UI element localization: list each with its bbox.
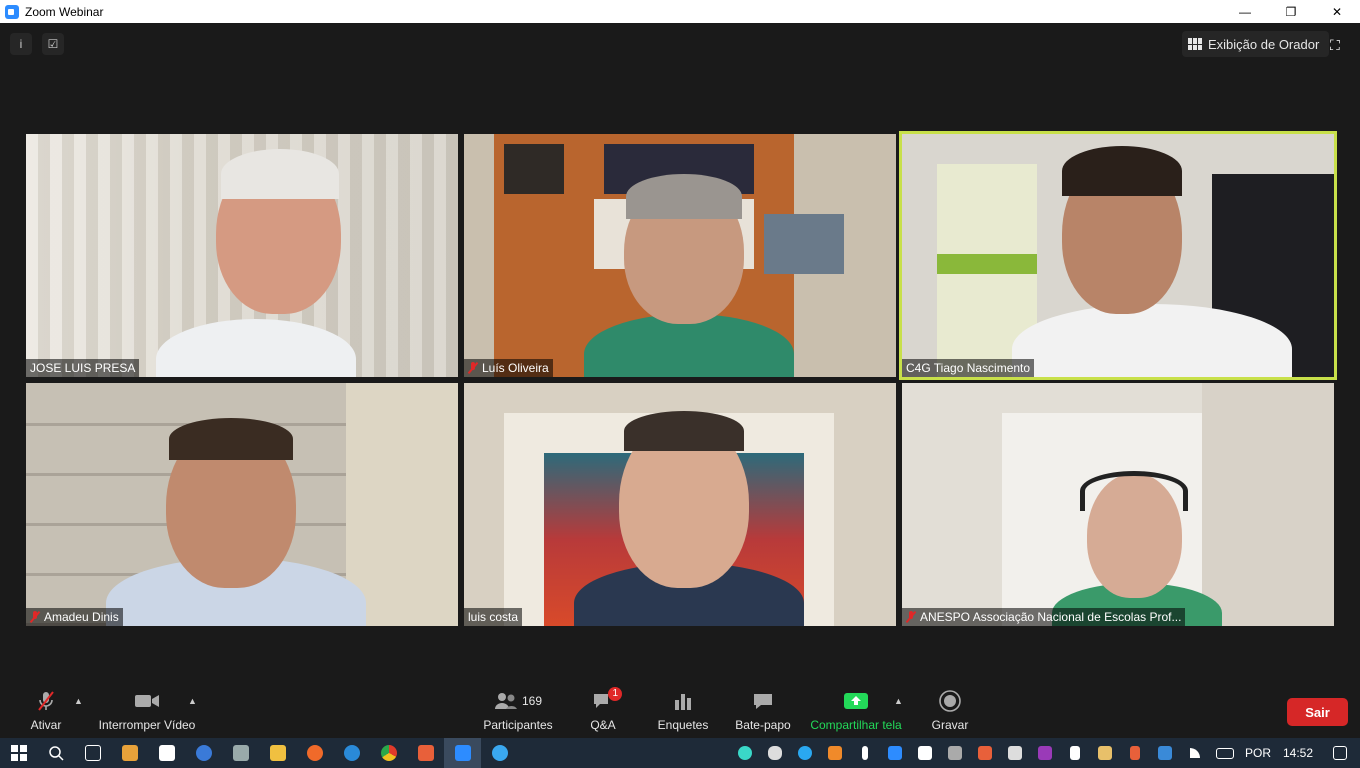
- clock[interactable]: 14:52: [1276, 746, 1320, 760]
- participant-name: ANESPO Associação Nacional de Escolas Pr…: [902, 608, 1186, 626]
- window-title: Zoom Webinar: [25, 4, 104, 19]
- chat-button[interactable]: Bate-papo: [732, 686, 794, 738]
- record-button[interactable]: Gravar: [930, 686, 970, 738]
- tray-app-icon[interactable]: [1150, 738, 1180, 768]
- tray-app-icon[interactable]: [1000, 738, 1030, 768]
- zoom-tray-icon[interactable]: [880, 738, 910, 768]
- view-switch-label: Exibição de Orador: [1208, 36, 1320, 52]
- speaker-muted-icon[interactable]: [1120, 738, 1150, 768]
- participant-name: Luís Oliveira: [464, 359, 553, 377]
- bar-chart-icon: [674, 690, 692, 712]
- tray-app-icon[interactable]: [940, 738, 970, 768]
- title-bar: Zoom Webinar — ❐ ✕: [0, 0, 1360, 23]
- video-tile[interactable]: Luís Oliveira: [464, 134, 896, 377]
- windows-logo-icon: [10, 745, 27, 761]
- share-screen-icon: [843, 690, 869, 712]
- muted-mic-icon: [906, 611, 916, 623]
- gallery-grid-icon: [1188, 38, 1202, 50]
- ie-icon[interactable]: [481, 738, 518, 768]
- chat-bubble-icon: [752, 690, 774, 712]
- qa-button[interactable]: 1 Q&A: [586, 686, 622, 738]
- participant-name: Amadeu Dinis: [26, 608, 123, 626]
- leave-button[interactable]: Sair: [1287, 698, 1348, 726]
- network-icon[interactable]: [1180, 738, 1210, 768]
- system-tray: POR 14:52: [730, 738, 1360, 768]
- share-options-caret[interactable]: ▲: [894, 696, 903, 706]
- video-tile[interactable]: ANESPO Associação Nacional de Escolas Pr…: [902, 383, 1334, 626]
- app-icon[interactable]: [111, 738, 148, 768]
- store-icon[interactable]: [148, 738, 185, 768]
- share-screen-button[interactable]: Compartilhar tela: [809, 686, 903, 738]
- file-explorer-icon[interactable]: [259, 738, 296, 768]
- polls-label: Enquetes: [657, 718, 709, 732]
- app-icon[interactable]: [407, 738, 444, 768]
- security-shield-icon[interactable]: ☑: [42, 33, 64, 55]
- participants-icon: [494, 693, 517, 709]
- tray-app-icon[interactable]: [820, 738, 850, 768]
- audio-options-caret[interactable]: ▲: [74, 696, 83, 706]
- record-label: Gravar: [931, 718, 969, 732]
- search-icon[interactable]: [37, 738, 74, 768]
- volume-icon[interactable]: [1060, 738, 1090, 768]
- start-button[interactable]: [0, 738, 37, 768]
- minimize-button[interactable]: —: [1222, 0, 1268, 23]
- onedrive-icon[interactable]: [760, 738, 790, 768]
- tray-app-icon[interactable]: [970, 738, 1000, 768]
- muted-mic-icon: [30, 611, 40, 623]
- participant-name: JOSE LUIS PRESA: [26, 359, 140, 377]
- task-view-icon[interactable]: [74, 738, 111, 768]
- stop-video-label: Interromper Vídeo: [98, 718, 196, 732]
- video-camera-icon: [134, 690, 160, 712]
- video-options-caret[interactable]: ▲: [188, 696, 197, 706]
- qa-label: Q&A: [590, 718, 616, 732]
- video-tile[interactable]: luis costa: [464, 383, 896, 626]
- share-screen-label: Compartilhar tela: [810, 718, 902, 732]
- windows-taskbar: POR 14:52: [0, 738, 1360, 768]
- microphone-icon[interactable]: [850, 738, 880, 768]
- app-icon[interactable]: [222, 738, 259, 768]
- video-stage: i ☑ Exibição de Orador ⛶ JOSE LUIS PRESA…: [0, 23, 1360, 738]
- security-icon[interactable]: [910, 738, 940, 768]
- tray-app-icon[interactable]: [1090, 738, 1120, 768]
- polls-button[interactable]: Enquetes: [656, 686, 710, 738]
- stop-video-button[interactable]: Interromper Vídeo: [98, 686, 196, 738]
- close-button[interactable]: ✕: [1314, 0, 1360, 23]
- participants-count: 169: [521, 694, 543, 708]
- participant-name: luis costa: [464, 608, 523, 626]
- zoom-taskbar-icon[interactable]: [444, 738, 481, 768]
- qa-badge: 1: [608, 687, 622, 701]
- zoom-app-icon: [5, 4, 19, 19]
- video-tile[interactable]: JOSE LUIS PRESA: [26, 134, 458, 377]
- onenote-icon[interactable]: [1030, 738, 1060, 768]
- keyboard-icon[interactable]: [1210, 738, 1240, 768]
- fullscreen-icon[interactable]: ⛶: [1330, 37, 1346, 53]
- participants-button[interactable]: 169 Participantes: [483, 686, 553, 738]
- chrome-icon[interactable]: [370, 738, 407, 768]
- input-language[interactable]: POR: [1240, 746, 1276, 760]
- record-icon: [939, 690, 961, 712]
- window-controls: — ❐ ✕: [1222, 0, 1360, 23]
- unmute-button[interactable]: Ativar: [30, 686, 62, 738]
- participants-label: Participantes: [483, 718, 553, 732]
- participant-name: C4G Tiago Nascimento: [902, 359, 1035, 377]
- maximize-button[interactable]: ❐: [1268, 0, 1314, 23]
- firefox-icon[interactable]: [296, 738, 333, 768]
- video-tile-active-speaker[interactable]: C4G Tiago Nascimento: [899, 131, 1337, 380]
- muted-mic-icon: [468, 362, 478, 374]
- info-icon[interactable]: i: [10, 33, 32, 55]
- chat-label: Bate-papo: [735, 718, 791, 732]
- meeting-toolbar: Ativar ▲ Interromper Vídeo ▲ 169 Partici…: [0, 686, 1360, 738]
- skype-icon[interactable]: [790, 738, 820, 768]
- mic-muted-icon: [35, 690, 57, 712]
- browser-icon[interactable]: [185, 738, 222, 768]
- notifications-icon[interactable]: [1320, 738, 1360, 768]
- unmute-label: Ativar: [30, 718, 62, 732]
- video-tile[interactable]: Amadeu Dinis: [26, 383, 458, 626]
- view-switch-button[interactable]: Exibição de Orador: [1182, 31, 1330, 57]
- tray-app-icon[interactable]: [730, 738, 760, 768]
- edge-icon[interactable]: [333, 738, 370, 768]
